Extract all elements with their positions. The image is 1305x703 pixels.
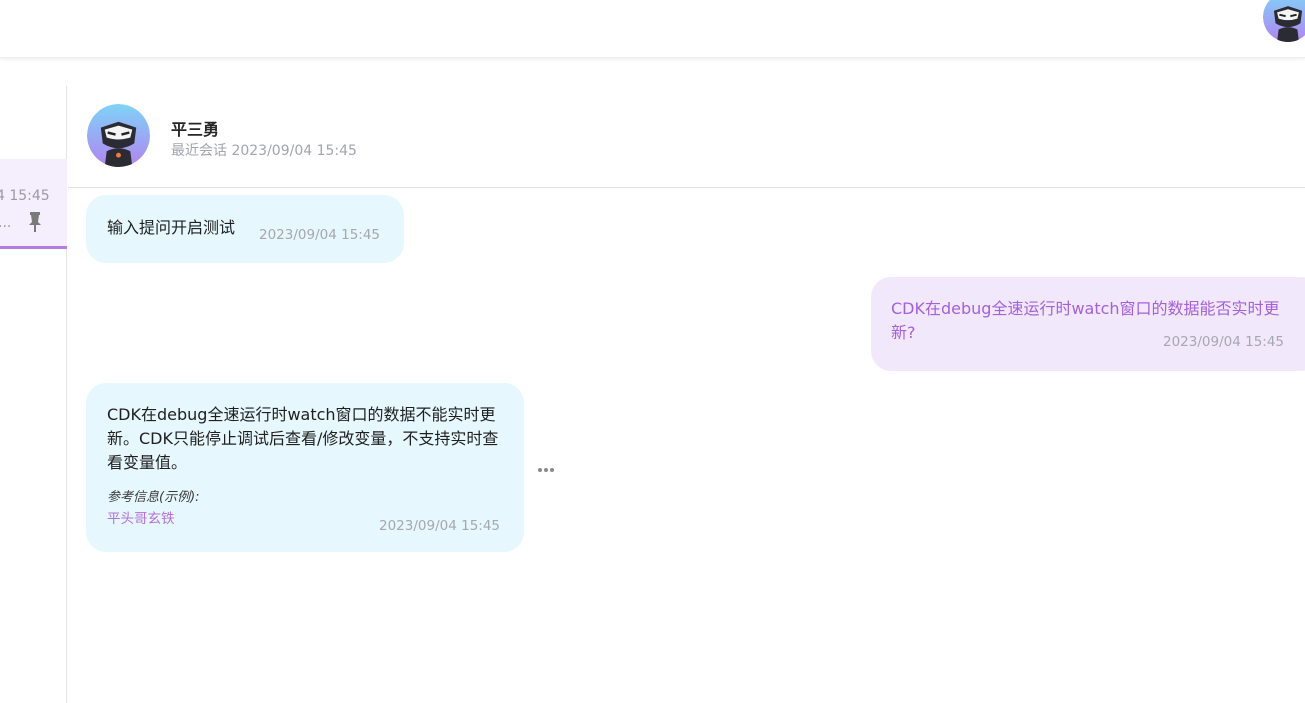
message-time: 2023/09/04 15:45 xyxy=(259,227,381,243)
message-user: CDK在debug全速运行时watch窗口的数据能否实时更新? 2023/09/… xyxy=(871,277,1305,371)
session-sidebar: 4 15:45 ... xyxy=(0,86,67,703)
contact-avatar xyxy=(87,104,150,167)
user-avatar[interactable] xyxy=(1263,0,1305,42)
top-bar xyxy=(0,0,1305,58)
message-text: CDK在debug全速运行时watch窗口的数据不能实时更新。CDK只能停止调试… xyxy=(107,405,499,472)
message-bot: 输入提问开启测试 2023/09/04 15:45 xyxy=(86,195,404,263)
message-bot: CDK在debug全速运行时watch窗口的数据不能实时更新。CDK只能停止调试… xyxy=(86,383,524,552)
last-chat-label: 最近会话 xyxy=(171,143,227,159)
avatar-mascot-icon xyxy=(87,104,150,167)
reference-link[interactable]: 平头哥玄铁 xyxy=(107,507,175,531)
chat-header: 平三勇 最近会话 2023/09/04 15:45 xyxy=(68,86,1305,188)
session-time: 4 15:45 xyxy=(0,188,50,204)
session-preview: ... xyxy=(0,215,12,231)
last-chat-time: 2023/09/04 15:45 xyxy=(231,143,357,159)
contact-name: 平三勇 xyxy=(171,120,220,139)
last-chat-info: 最近会话 2023/09/04 15:45 xyxy=(171,140,357,160)
message-time: 2023/09/04 15:45 xyxy=(379,518,501,534)
more-icon[interactable] xyxy=(536,461,556,473)
message-text: 输入提问开启测试 xyxy=(107,218,236,237)
message-time: 2023/09/04 15:45 xyxy=(1163,334,1285,350)
avatar-mascot-icon xyxy=(1263,0,1305,42)
session-item-active[interactable]: 4 15:45 ... xyxy=(0,159,67,249)
pin-icon[interactable] xyxy=(26,211,44,233)
